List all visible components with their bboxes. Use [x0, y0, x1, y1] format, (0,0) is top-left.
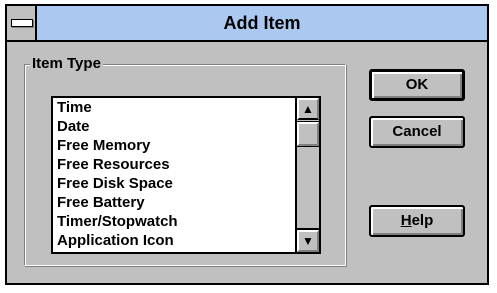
- list-item[interactable]: Date: [57, 117, 178, 136]
- list-item[interactable]: Free Battery: [57, 193, 178, 212]
- list-item[interactable]: Free Resources: [57, 155, 178, 174]
- list-item[interactable]: Free Memory: [57, 136, 178, 155]
- help-mnemonic: H: [400, 212, 412, 229]
- title-bar[interactable]: Add Item: [7, 6, 487, 42]
- cancel-button[interactable]: Cancel: [369, 116, 465, 148]
- help-label: elp: [411, 212, 434, 229]
- down-arrow-icon: ▼: [302, 234, 314, 248]
- help-button[interactable]: Help: [369, 205, 465, 237]
- system-menu-button[interactable]: [7, 6, 37, 40]
- dialog-title: Add Item: [223, 13, 301, 33]
- system-menu-icon: [11, 19, 33, 27]
- list-item[interactable]: Free Disk Space: [57, 174, 178, 193]
- item-type-list: Time Date Free Memory Free Resources Fre…: [57, 98, 178, 250]
- list-item[interactable]: Timer/Stopwatch: [57, 212, 178, 231]
- up-arrow-icon: ▲: [302, 102, 314, 116]
- item-type-label: Item Type: [30, 55, 103, 73]
- list-item[interactable]: Time: [57, 98, 178, 117]
- vertical-scrollbar[interactable]: ▲ ▼: [295, 98, 319, 252]
- scroll-up-button[interactable]: ▲: [297, 98, 319, 120]
- item-type-listbox[interactable]: Time Date Free Memory Free Resources Fre…: [51, 96, 321, 254]
- scrollbar-thumb[interactable]: [296, 121, 319, 147]
- scroll-down-button[interactable]: ▼: [297, 228, 319, 252]
- list-item[interactable]: Application Icon: [57, 231, 178, 250]
- ok-button[interactable]: OK: [369, 69, 465, 101]
